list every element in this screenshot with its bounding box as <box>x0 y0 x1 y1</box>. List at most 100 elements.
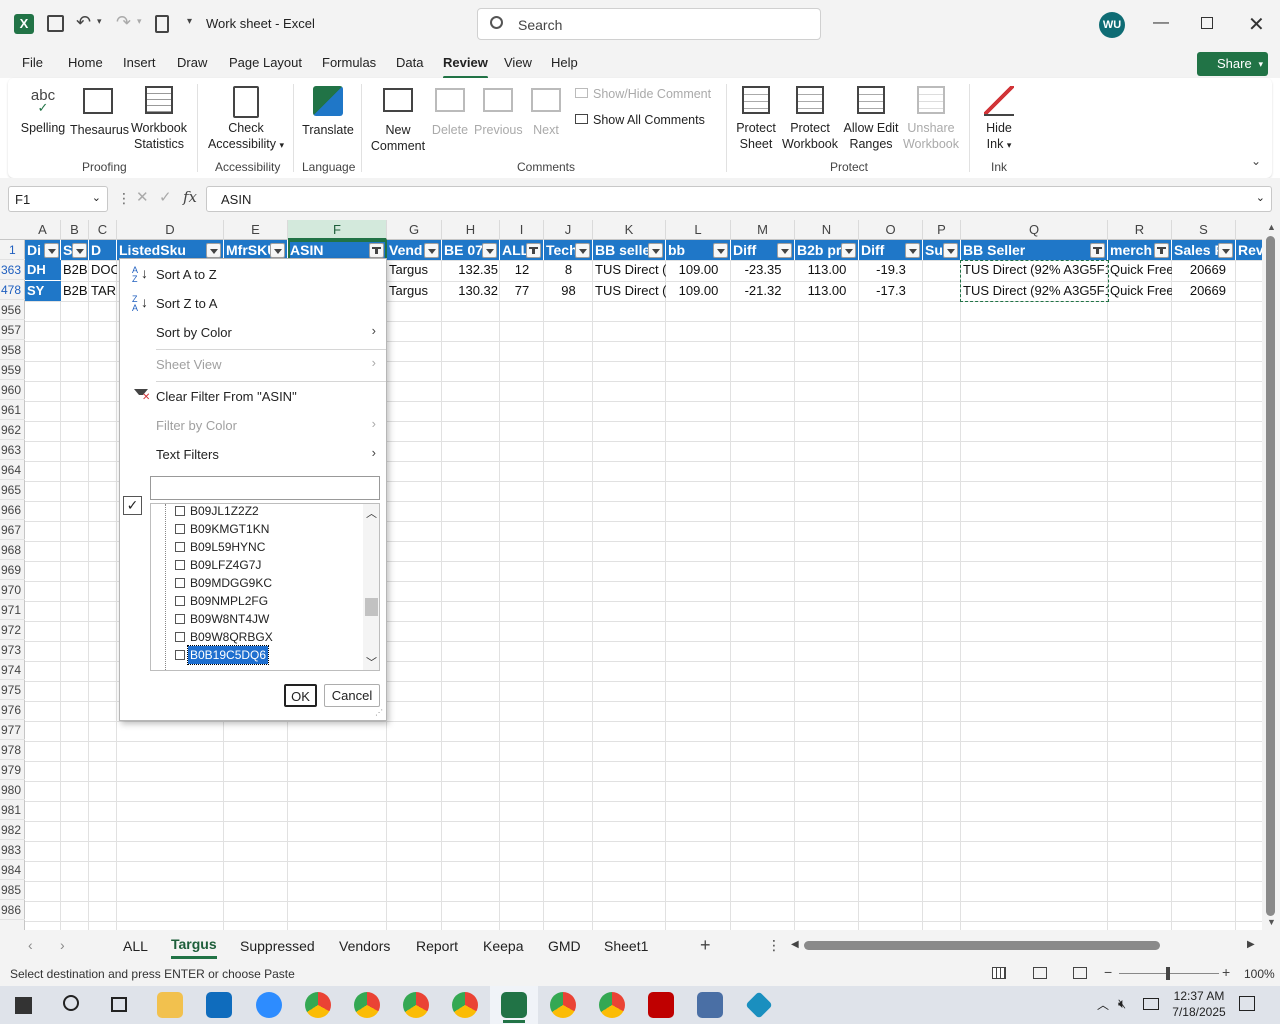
text-filters[interactable]: Text Filters <box>156 447 219 462</box>
more-options-icon[interactable]: ⋮ <box>117 190 131 207</box>
list-item[interactable]: B09W8QRBGX <box>175 628 345 646</box>
column-header[interactable]: R <box>1108 220 1172 240</box>
list-item[interactable]: B09KMGT1KN <box>175 520 345 538</box>
header-cell[interactable]: B2b pr <box>795 240 859 260</box>
list-scroll-thumb[interactable] <box>365 598 378 616</box>
tab-draw[interactable]: Draw <box>177 55 207 70</box>
table-cell[interactable]: SY <box>25 281 61 301</box>
normal-view-icon[interactable] <box>992 967 1006 979</box>
column-header[interactable]: L <box>666 220 731 240</box>
table-cell[interactable]: 98 <box>544 281 593 301</box>
row-header[interactable]: 982 <box>0 820 25 840</box>
add-sheet-icon[interactable]: + <box>700 935 711 956</box>
table-cell[interactable]: 130.32 <box>442 281 500 301</box>
header-cell[interactable]: ListedSku <box>117 240 224 260</box>
row-header[interactable]: 975 <box>0 680 25 700</box>
table-cell[interactable]: 109.00 <box>666 260 731 280</box>
sheet-tab-all[interactable]: ALL <box>123 938 148 954</box>
enter-icon[interactable]: ✓ <box>159 188 172 206</box>
zoom-out-icon[interactable]: − <box>1104 964 1112 980</box>
allow-edit-ranges-button[interactable]: Allow Edit Ranges <box>840 86 902 152</box>
row-header[interactable]: 970 <box>0 580 25 600</box>
restore-icon[interactable] <box>1201 17 1213 29</box>
translate-button[interactable]: Translate <box>300 86 356 138</box>
column-header[interactable]: P <box>923 220 961 240</box>
select-all-checkbox[interactable]: ✓ <box>123 496 142 515</box>
row-header[interactable]: 986 <box>0 900 25 920</box>
column-header[interactable]: J <box>544 220 593 240</box>
tab-data[interactable]: Data <box>396 55 423 70</box>
table-cell[interactable]: TUS Direct ( <box>593 281 666 301</box>
calculator-taskbar-icon[interactable] <box>697 992 723 1018</box>
filter-active-icon[interactable] <box>369 243 384 258</box>
header-cell[interactable]: Di <box>25 240 61 260</box>
list-item[interactable]: B09MDGG9KC <box>175 574 345 592</box>
list-item-selected[interactable]: B0B19C5DQ6 <box>175 645 345 665</box>
column-header[interactable]: B <box>61 220 89 240</box>
header-cell[interactable]: Sales R <box>1172 240 1236 260</box>
workbook-statistics-button[interactable]: Workbook Statistics <box>128 86 190 152</box>
hscroll-right-icon[interactable]: ▶ <box>1247 939 1255 950</box>
row-header[interactable]: 965 <box>0 480 25 500</box>
minimize-icon[interactable]: — <box>1153 14 1169 32</box>
clock-date[interactable]: 7/18/2025 <box>1168 1005 1230 1019</box>
tab-review[interactable]: Review <box>443 55 488 79</box>
ok-button[interactable]: OK <box>284 684 317 707</box>
table-cell[interactable]: B2B <box>61 260 89 280</box>
chrome-icon[interactable] <box>403 992 429 1018</box>
chrome-icon[interactable] <box>452 992 478 1018</box>
filter-dropdown-icon[interactable] <box>270 243 285 258</box>
outlook-icon[interactable] <box>206 992 232 1018</box>
filter-dropdown-icon[interactable] <box>713 243 728 258</box>
table-cell[interactable]: -21.32 <box>731 281 795 301</box>
sheet-tab-keepa[interactable]: Keepa <box>483 938 523 954</box>
column-header[interactable]: M <box>731 220 795 240</box>
tab-file[interactable]: File <box>22 55 43 70</box>
next-sheet-icon[interactable]: › <box>60 937 65 953</box>
header-cell[interactable]: merch <box>1108 240 1172 260</box>
scroll-up-icon[interactable]: ︿ <box>366 505 377 521</box>
chrome-icon[interactable] <box>305 992 331 1018</box>
table-cell[interactable]: B2B <box>61 281 89 301</box>
column-header[interactable]: S <box>1172 220 1236 240</box>
filter-dropdown-icon[interactable] <box>72 243 87 258</box>
row-header[interactable]: 981 <box>0 800 25 820</box>
row-header[interactable]: 956 <box>0 300 25 320</box>
undo-icon[interactable]: ↶ <box>76 12 91 33</box>
vertical-scrollbar[interactable]: ▲ ▼ <box>1262 220 1280 930</box>
tab-help[interactable]: Help <box>551 55 578 70</box>
page-layout-view-icon[interactable] <box>1033 967 1047 979</box>
table-cell[interactable]: 77 <box>500 281 544 301</box>
search-taskbar-icon[interactable] <box>63 995 79 1011</box>
row-header[interactable]: 478 <box>0 280 25 300</box>
tab-insert[interactable]: Insert <box>123 55 156 70</box>
share-button[interactable]: Share ▾ <box>1197 52 1268 76</box>
column-header[interactable]: O <box>859 220 923 240</box>
unshare-workbook-button[interactable]: Unshare Workbook <box>900 86 962 152</box>
redo-dropdown-icon[interactable]: ▾ <box>137 16 142 27</box>
check-accessibility-button[interactable]: Check Accessibility ▾ <box>204 86 288 153</box>
row-header[interactable]: 971 <box>0 600 25 620</box>
table-cell[interactable]: -23.35 <box>731 260 795 280</box>
insert-function-icon[interactable]: fx <box>183 188 197 206</box>
header-cell[interactable]: Vend <box>387 240 442 260</box>
row-header[interactable]: 957 <box>0 320 25 340</box>
show-all-comments-button[interactable]: Show All Comments <box>575 113 705 127</box>
cancel-icon[interactable]: ✕ <box>136 188 149 206</box>
horizontal-scroll-thumb[interactable] <box>804 941 1160 950</box>
header-cell[interactable]: Tech <box>544 240 593 260</box>
sheet-tab-report[interactable]: Report <box>416 938 458 954</box>
save-icon[interactable] <box>47 15 64 32</box>
network-icon[interactable] <box>1143 998 1159 1010</box>
table-cell[interactable]: 12 <box>500 260 544 280</box>
sort-a-to-z[interactable]: Sort A to Z <box>156 267 217 282</box>
table-cell[interactable]: DOC <box>89 260 117 280</box>
column-header[interactable]: C <box>89 220 117 240</box>
tab-view[interactable]: View <box>504 55 532 70</box>
clock-time[interactable]: 12:37 AM <box>1171 989 1227 1003</box>
tab-home[interactable]: Home <box>68 55 103 70</box>
volume-muted-icon[interactable]: 🔇︎ <box>1118 996 1126 1012</box>
calculator-icon[interactable] <box>155 15 169 33</box>
undo-dropdown-icon[interactable]: ▾ <box>97 16 102 27</box>
resize-handle-icon[interactable]: ⋰ <box>375 708 383 717</box>
